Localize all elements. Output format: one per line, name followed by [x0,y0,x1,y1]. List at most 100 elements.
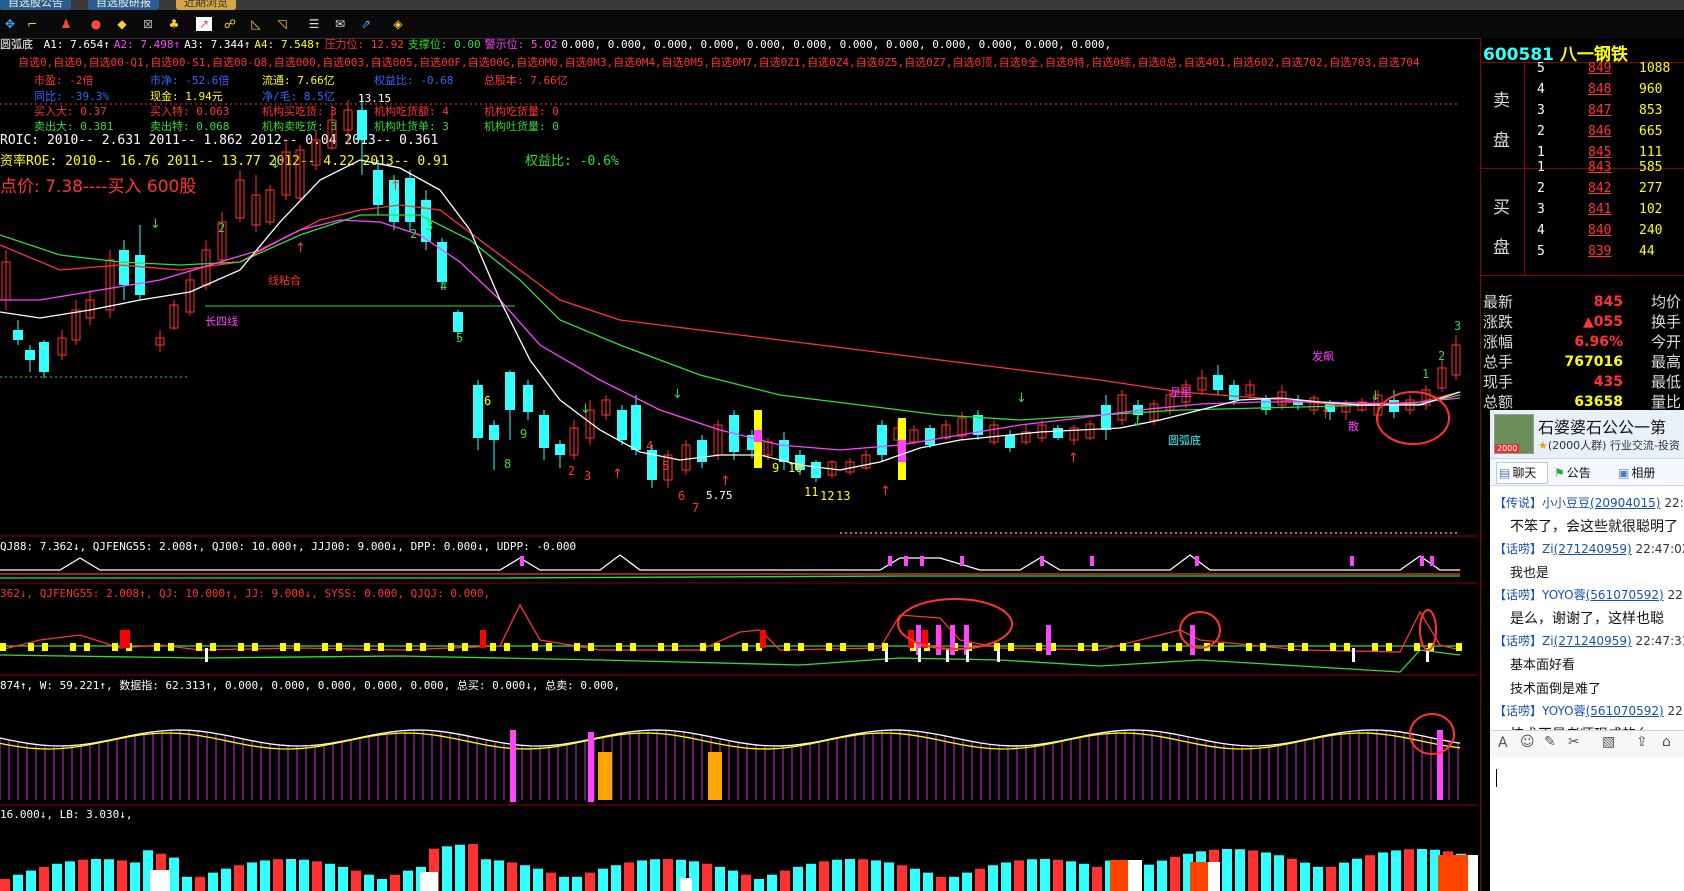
sub3-bar [510,730,516,802]
volume: 102 [1639,202,1663,217]
sub1-bar [960,556,964,566]
volume-bar [325,863,335,891]
bids-row[interactable]: 5 839 44 [1481,241,1684,263]
sub2-signal [364,643,370,651]
candle-down [119,250,129,285]
volume-bar [182,876,192,891]
volume-bar [130,862,140,891]
sub2-signal [420,643,426,651]
volume-bar [611,865,621,891]
volume-highlight [150,870,170,891]
bids-row[interactable]: 4 840 240 [1481,220,1684,242]
volume-bar [702,863,712,891]
volume-bar [1053,859,1063,891]
sub2-white [205,648,208,662]
tab-album[interactable]: ▣ 相册 [1618,463,1655,483]
candle-down [373,170,383,205]
group-info: ★(2000人群) 行业交流-投资 [1538,439,1680,452]
sub1-line-a [0,554,1460,571]
image-icon[interactable]: ▧ [1602,734,1615,750]
stat-label-2: 换手 [1651,313,1682,331]
volume-bar [312,861,322,891]
candle-down [811,462,821,478]
level: 3 [1537,202,1545,217]
sub2-signal-mag [1046,625,1051,655]
volume-bar [1092,866,1102,891]
kline-chart[interactable]: ↓↓↑↑↓↓↑ ↑↑↑↓↓↑↓6892 345679 1011 12 132 2345123 [0,0,1480,891]
volume-bar [13,874,23,891]
wave-number: 8 [504,457,511,471]
tool-icon[interactable]: ✎ [1544,734,1556,750]
sub2-white [946,648,949,662]
sub1-indicator: QJ88: 7.362↓, QJFENG55: 2.008↑, QJ00: 10… [0,540,577,553]
candle-down [1389,400,1399,412]
sub2-white [1352,648,1355,662]
stat-label: 涨跌 [1483,313,1514,331]
asks-row[interactable]: 4 848 960 [1481,79,1684,101]
volume-bar [1248,850,1258,891]
upload-icon[interactable]: ⇪ [1636,734,1648,750]
sub2-signal [0,643,6,651]
wave-number: 6 [484,394,491,408]
stat-label-2: 今开 [1651,333,1682,351]
bids-row[interactable]: 1 843 585 [1481,157,1684,179]
volume-bar [364,874,374,891]
chat-input[interactable] [1490,757,1684,891]
chat-msg-header: 【话唠】Zi(271240959) 22:47:31 [1494,634,1684,648]
volume-bar [247,862,257,891]
sub2-signal [504,643,510,651]
sub2-signal [112,643,118,651]
more-icon[interactable]: ⌂ [1662,734,1671,750]
sub2-line-red [0,603,1461,653]
asks-row[interactable]: 3 847 853 [1481,100,1684,122]
volume-bar [286,859,296,891]
asks-row[interactable]: 2 846 665 [1481,121,1684,143]
sub3-line-white [0,729,1461,747]
candle-down [555,444,565,455]
emoji-icon[interactable]: ☺ [1520,734,1535,750]
volume-bar [897,865,907,891]
volume-bar [1300,862,1310,891]
bids-row[interactable]: 3 841 102 [1481,199,1684,221]
volume-bar [195,876,205,891]
screenshot-icon[interactable]: ✂ [1568,734,1580,750]
volume-bar [403,870,413,891]
stat-row: 最新 845 均价 [1481,292,1684,313]
candle-down [357,110,367,140]
font-icon[interactable]: A [1498,735,1508,751]
candle-down [631,405,641,450]
volume: 277 [1639,181,1663,196]
stat-row: 涨幅 6.96% 今开 [1481,332,1684,353]
price: 849 [1588,61,1612,76]
tab-chat[interactable]: ▤ 聊天 [1496,462,1548,484]
sub2-signal [1302,643,1308,651]
stat-row: 涨跌 ▲055 换手 [1481,312,1684,333]
sub1-bar [920,556,924,566]
sub2-signal [280,643,286,651]
volume-bar [936,876,946,891]
sub2-signal [1120,643,1126,651]
volume-bar [923,872,933,891]
group-name: 石婆婆石公公一第 [1538,418,1667,437]
volume-bar [481,859,491,891]
sub2-signal [742,643,748,651]
wave-number: 5 [662,459,669,473]
signal-arrow: ↑ [390,179,401,194]
label-star: 星星 [1170,386,1192,399]
candle-down [473,385,483,438]
candle-down [39,342,49,372]
sub2-signal [1386,643,1392,651]
bids-row[interactable]: 2 842 277 [1481,178,1684,200]
asks-row[interactable]: 5 849 1088 [1481,58,1684,80]
flag-icon: ⚑ [1554,466,1565,480]
tab-notice[interactable]: ⚑ 公告 [1554,463,1591,483]
sub1-bar [1420,556,1424,566]
sub3-indicator: 874↑, W: 59.221↑, 数据指: 62.313↑, 0.000, 0… [0,679,621,692]
volume-bar [221,868,231,891]
sub2-white [966,648,969,662]
wave-number: 5 [456,331,463,345]
sub2-signal [1456,643,1462,651]
candle-down [523,385,533,412]
stat-label: 总手 [1483,353,1514,371]
sub1-bar [1090,556,1094,566]
